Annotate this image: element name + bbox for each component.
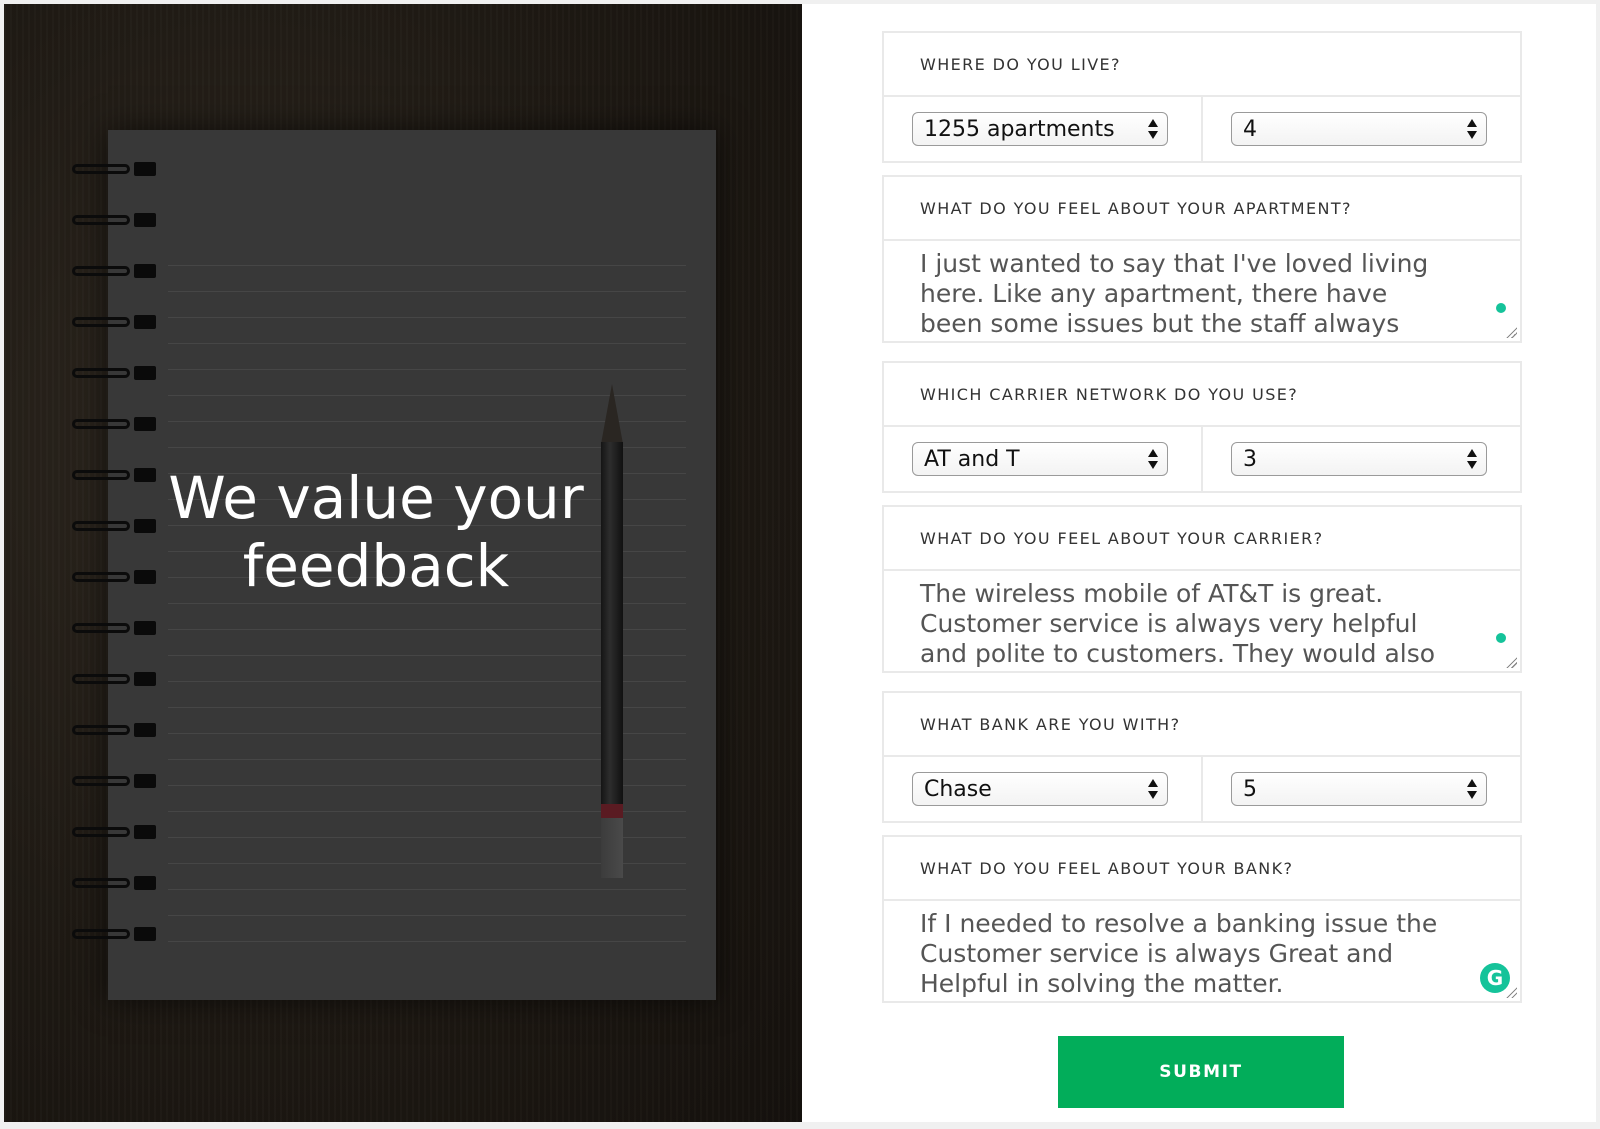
residence-place-select[interactable]: 1255 apartments xyxy=(912,112,1168,146)
headline-line-2: feedback xyxy=(242,532,510,600)
bank-select[interactable]: Chase xyxy=(912,772,1168,806)
hero-headline: We value your feedback xyxy=(4,464,748,600)
submit-button[interactable]: SUBMIT xyxy=(1058,1036,1344,1108)
carrier-feedback-text: The wireless mobile of AT&T is great. Cu… xyxy=(920,579,1436,671)
bank-question: WHAT BANK ARE YOU WITH? xyxy=(884,693,1520,757)
carrier-value: AT and T xyxy=(924,446,1020,472)
resize-handle-icon[interactable] xyxy=(1505,986,1517,998)
bank-feedback-textarea[interactable]: If I needed to resolve a banking issue t… xyxy=(884,901,1520,1001)
residence-rating-value: 4 xyxy=(1243,116,1257,142)
carrier-section: WHICH CARRIER NETWORK DO YOU USE? AT and… xyxy=(882,361,1522,493)
residence-rating-select[interactable]: 4 xyxy=(1231,112,1487,146)
updown-arrows-icon xyxy=(1467,118,1477,140)
bank-feedback-text: If I needed to resolve a banking issue t… xyxy=(920,909,1438,998)
pencil-image xyxy=(597,384,627,878)
updown-arrows-icon xyxy=(1148,778,1158,800)
apartment-feedback-text: I just wanted to say that I've loved liv… xyxy=(920,249,1429,341)
carrier-question: WHICH CARRIER NETWORK DO YOU USE? xyxy=(884,363,1520,427)
residence-question: WHERE DO YOU LIVE? xyxy=(884,33,1520,97)
grammarly-status-dot-icon xyxy=(1496,303,1506,313)
bank-section: WHAT BANK ARE YOU WITH? Chase 5 xyxy=(882,691,1522,823)
bank-rating-value: 5 xyxy=(1243,776,1257,802)
carrier-select[interactable]: AT and T xyxy=(912,442,1168,476)
bank-feedback-question: WHAT DO YOU FEEL ABOUT YOUR BANK? xyxy=(884,837,1520,901)
carrier-feedback-textarea[interactable]: The wireless mobile of AT&T is great. Cu… xyxy=(884,571,1520,671)
carrier-feedback-question: WHAT DO YOU FEEL ABOUT YOUR CARRIER? xyxy=(884,507,1520,571)
resize-handle-icon[interactable] xyxy=(1505,656,1517,668)
apartment-feedback-section: WHAT DO YOU FEEL ABOUT YOUR APARTMENT? I… xyxy=(882,175,1522,343)
carrier-rating-value: 3 xyxy=(1243,446,1257,472)
updown-arrows-icon xyxy=(1148,448,1158,470)
updown-arrows-icon xyxy=(1148,118,1158,140)
bank-feedback-section: WHAT DO YOU FEEL ABOUT YOUR BANK? If I n… xyxy=(882,835,1522,1003)
bank-rating-select[interactable]: 5 xyxy=(1231,772,1487,806)
apartment-feedback-textarea[interactable]: I just wanted to say that I've loved liv… xyxy=(884,241,1520,341)
bank-value: Chase xyxy=(924,776,992,802)
apartment-feedback-question: WHAT DO YOU FEEL ABOUT YOUR APARTMENT? xyxy=(884,177,1520,241)
grammarly-status-dot-icon xyxy=(1496,633,1506,643)
updown-arrows-icon xyxy=(1467,778,1477,800)
residence-place-value: 1255 apartments xyxy=(924,116,1115,142)
carrier-feedback-section: WHAT DO YOU FEEL ABOUT YOUR CARRIER? The… xyxy=(882,505,1522,673)
carrier-rating-select[interactable]: 3 xyxy=(1231,442,1487,476)
headline-line-1: We value your xyxy=(168,464,584,532)
resize-handle-icon[interactable] xyxy=(1505,326,1517,338)
residence-section: WHERE DO YOU LIVE? 1255 apartments 4 xyxy=(882,31,1522,163)
hero-panel: We value your feedback xyxy=(4,4,802,1122)
updown-arrows-icon xyxy=(1467,448,1477,470)
